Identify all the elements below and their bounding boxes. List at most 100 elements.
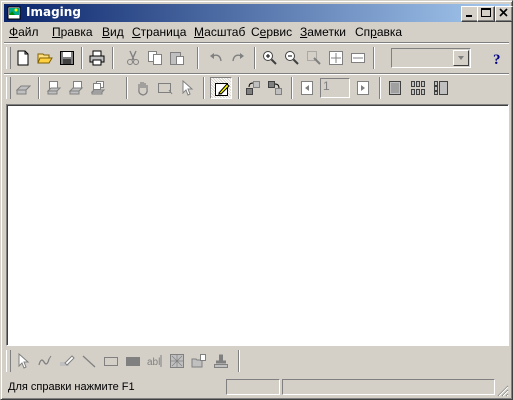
fit-to-width-button[interactable] [347, 47, 369, 69]
drag-button[interactable] [132, 77, 154, 99]
copy-button[interactable] [144, 47, 166, 69]
save-button[interactable] [56, 47, 78, 69]
new-button[interactable] [12, 47, 34, 69]
typed-text-glyph: abl [147, 357, 160, 368]
size-grip-icon[interactable] [497, 385, 509, 397]
typed-text-icon: abl [147, 355, 162, 368]
paste-button[interactable] [166, 47, 188, 69]
cut-button[interactable] [122, 47, 144, 69]
straight-line-icon [82, 355, 96, 368]
rescan-button[interactable] [87, 77, 109, 99]
combo-dropdown-button[interactable] [453, 50, 469, 66]
rotate-left-icon [246, 81, 260, 95]
highlighter-button[interactable] [56, 350, 78, 372]
help-button[interactable]: ? [486, 47, 508, 69]
typed-text-button[interactable]: abl [144, 350, 166, 372]
toolbar-separator [238, 350, 240, 372]
page-and-thumbnails-view-icon [434, 81, 448, 95]
toolbar-grip[interactable] [6, 47, 11, 69]
menu-bar: Файл Правка Вид Страница Масштаб Сервис … [4, 23, 509, 42]
toolbar-separator [81, 47, 83, 69]
menu-edit[interactable]: Правка [52, 25, 93, 39]
zoom-level-combo[interactable] [391, 48, 471, 68]
new-icon [17, 50, 29, 66]
straight-line-button[interactable] [78, 350, 100, 372]
one-page-view-button[interactable] [384, 77, 406, 99]
select-image-button[interactable] [154, 77, 176, 99]
toolbar-separator [203, 77, 205, 99]
toolbar-divider [4, 42, 509, 44]
annotation-toolbar: abl [4, 347, 509, 375]
zoom-to-selection-button[interactable] [303, 47, 325, 69]
attach-a-note-button[interactable] [166, 350, 188, 372]
page-and-thumbnails-view-button[interactable] [430, 77, 452, 99]
scan-icon [15, 85, 31, 95]
redo-button[interactable] [227, 47, 249, 69]
append-scan-button[interactable] [65, 77, 87, 99]
insert-scan-button[interactable] [43, 77, 65, 99]
close-button[interactable] [495, 6, 513, 22]
thumbnail-view-button[interactable] [407, 77, 429, 99]
hollow-rectangle-button[interactable] [100, 350, 122, 372]
zoom-out-icon [285, 51, 299, 65]
toolbar-separator [254, 47, 256, 69]
annotation-toolbar-button[interactable] [210, 77, 232, 99]
open-button[interactable] [34, 47, 56, 69]
redo-icon [232, 53, 244, 62]
rubber-stamp-button[interactable] [210, 350, 232, 372]
application-window: Imaging Файл Правка Вид Страница Масштаб… [0, 0, 513, 400]
status-pane-1 [226, 379, 280, 395]
zoom-out-button[interactable] [281, 47, 303, 69]
maximize-button[interactable] [477, 6, 495, 22]
filled-rectangle-button[interactable] [122, 350, 144, 372]
scan-button[interactable] [12, 77, 34, 99]
previous-page-button[interactable] [296, 77, 318, 99]
annotation-toolbar-icon [215, 83, 230, 96]
open-icon [37, 53, 53, 64]
toolbar-separator [379, 77, 381, 99]
next-page-button[interactable] [352, 77, 374, 99]
zoom-in-button[interactable] [259, 47, 281, 69]
text-from-file-button[interactable] [188, 350, 210, 372]
minimize-icon [466, 15, 472, 17]
rubber-stamp-icon [214, 354, 228, 368]
svg-text:?: ? [493, 52, 501, 66]
menu-tools[interactable]: Сервис [251, 25, 292, 39]
select-rectangle-icon [158, 83, 173, 95]
menu-page[interactable]: Страница [132, 25, 186, 39]
insert-scan-icon [46, 81, 62, 95]
page-number-field[interactable]: 1 [320, 78, 350, 98]
menu-view[interactable]: Вид [102, 25, 124, 39]
annotation-selection-button[interactable] [176, 77, 198, 99]
zoom-in-icon [263, 51, 277, 65]
toolbar-grip[interactable] [6, 77, 11, 99]
undo-button[interactable] [205, 47, 227, 69]
save-icon [60, 51, 74, 65]
rescan-icon [90, 81, 106, 95]
next-page-icon [357, 81, 369, 95]
toolbar-separator [238, 77, 240, 99]
status-text: Для справки нажмите F1 [8, 381, 135, 393]
menu-file[interactable]: Файл [9, 25, 39, 39]
menu-annotation[interactable]: Заметки [300, 25, 346, 39]
print-button[interactable] [86, 47, 108, 69]
freehand-line-button[interactable] [34, 350, 56, 372]
rotate-left-button[interactable] [242, 77, 264, 99]
annotation-select-button[interactable] [12, 350, 34, 372]
imaging-app-icon [7, 6, 21, 20]
close-icon [499, 8, 508, 17]
undo-icon [210, 53, 222, 62]
status-bar: Для справки нажмите F1 [4, 378, 509, 397]
best-fit-button[interactable] [325, 47, 347, 69]
freehand-line-icon [38, 355, 52, 366]
thumbnail-view-icon [411, 81, 425, 95]
image-view-area[interactable] [6, 104, 509, 346]
copy-icon [148, 51, 162, 65]
status-pane-2 [282, 379, 495, 395]
rotate-right-button[interactable] [264, 77, 286, 99]
menu-zoom[interactable]: Масштаб [194, 25, 245, 39]
menu-help[interactable]: Справка [355, 25, 402, 39]
highlighter-icon [60, 355, 75, 366]
title-bar[interactable]: Imaging [4, 4, 513, 22]
toolbar-grip[interactable] [6, 350, 11, 372]
